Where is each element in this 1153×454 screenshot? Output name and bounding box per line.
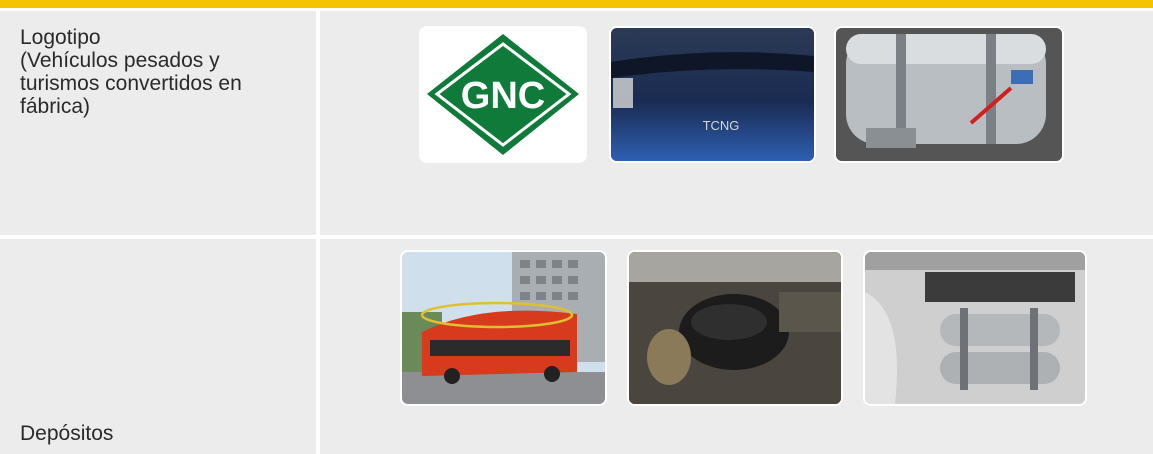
label-line: Logotipo: [20, 26, 101, 49]
table-row-logotipo: Logotipo (Vehículos pesados y turismos c…: [0, 11, 1153, 235]
accent-bar: [0, 0, 1153, 8]
underbody-tank-image: [627, 250, 843, 406]
label-line: fábrica): [20, 95, 91, 118]
gnc-logo-text: GNC: [461, 75, 545, 117]
label-line: (Vehículos pesados y: [20, 49, 220, 72]
column-divider: [316, 11, 320, 235]
gnc-logo-image: GNC: [419, 26, 587, 163]
gnc-tank-close-up-image: [834, 26, 1064, 163]
row-label-logotipo: Logotipo (Vehículos pesados y turismos c…: [20, 26, 242, 118]
tcng-badge-text: TCNG: [703, 118, 740, 133]
label-line: turismos convertidos en: [20, 72, 242, 95]
tcng-badge-image: TCNG: [609, 26, 816, 163]
column-divider: [316, 239, 320, 454]
row-label-depositos: Depósitos: [20, 422, 114, 445]
table-row-depositos: Depósitos: [0, 239, 1153, 454]
bus-roof-tanks-image: [400, 250, 607, 406]
truck-side-tanks-image: [863, 250, 1087, 406]
